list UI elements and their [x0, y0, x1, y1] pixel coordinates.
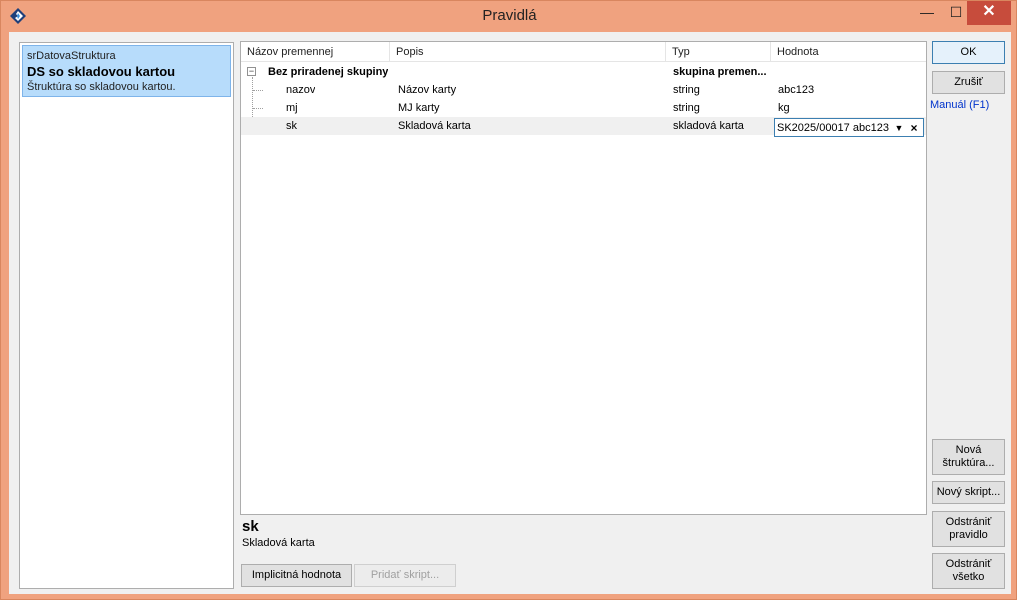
detail-variable-description: Skladová karta: [242, 537, 315, 549]
grid-header: Názov premennej Popis Typ Hodnota: [241, 42, 926, 62]
table-row-selected[interactable]: sk Skladová karta skladová karta SK2025/…: [241, 117, 926, 137]
dialog-window: Pravidlá — ☐ ✕ srDatovaStruktura DS so s…: [0, 0, 1017, 600]
manual-link[interactable]: Manuál (F1): [930, 99, 989, 111]
remove-all-button[interactable]: Odstrániť všetko: [932, 553, 1005, 589]
group-type: skupina premen...: [673, 66, 767, 78]
collapse-icon[interactable]: −: [247, 67, 256, 76]
remove-rule-button[interactable]: Odstrániť pravidlo: [932, 511, 1005, 547]
variable-type: string: [673, 84, 700, 96]
table-row[interactable]: mj MJ karty string kg: [241, 99, 926, 117]
maximize-button[interactable]: ☐: [942, 1, 970, 25]
new-structure-button[interactable]: Nová štruktúra...: [932, 439, 1005, 475]
structure-title: DS so skladovou kartou: [27, 64, 176, 79]
clear-icon[interactable]: ×: [908, 120, 920, 136]
variable-type: skladová karta: [673, 120, 744, 132]
column-header-value[interactable]: Hodnota: [771, 42, 926, 62]
dropdown-arrow-icon[interactable]: ▼: [893, 120, 905, 136]
variable-name: mj: [286, 102, 298, 114]
new-script-button[interactable]: Nový skript...: [932, 481, 1005, 504]
column-header-name[interactable]: Názov premennej: [241, 42, 390, 62]
close-button[interactable]: ✕: [967, 1, 1011, 25]
add-script-button[interactable]: Pridať skript...: [354, 564, 456, 587]
title-bar[interactable]: Pravidlá — ☐ ✕: [1, 1, 1017, 31]
variables-grid[interactable]: Názov premennej Popis Typ Hodnota − Bez …: [240, 41, 927, 515]
variable-description: MJ karty: [398, 102, 440, 114]
variable-description: Skladová karta: [398, 120, 471, 132]
list-item[interactable]: srDatovaStruktura DS so skladovou kartou…: [22, 45, 231, 97]
group-name: Bez priradenej skupiny: [268, 66, 389, 78]
default-value-button[interactable]: Implicitná hodnota: [241, 564, 352, 587]
group-row[interactable]: − Bez priradenej skupiny skupina premen.…: [241, 63, 926, 81]
variable-type: string: [673, 102, 700, 114]
cancel-button[interactable]: Zrušiť: [932, 71, 1005, 94]
structure-list[interactable]: srDatovaStruktura DS so skladovou kartou…: [19, 42, 234, 589]
structure-description: Štruktúra so skladovou kartou.: [27, 81, 176, 93]
table-row[interactable]: nazov Názov karty string abc123: [241, 81, 926, 99]
window-title: Pravidlá: [482, 7, 537, 24]
dialog-client: srDatovaStruktura DS so skladovou kartou…: [9, 32, 1011, 594]
value-combobox[interactable]: SK2025/00017 abc123 ▼ ×: [774, 118, 924, 137]
variable-value[interactable]: kg: [778, 99, 790, 117]
ok-button[interactable]: OK: [932, 41, 1005, 64]
variable-value[interactable]: abc123: [778, 81, 814, 99]
column-header-type[interactable]: Typ: [666, 42, 771, 62]
column-header-description[interactable]: Popis: [390, 42, 666, 62]
structure-name: srDatovaStruktura: [27, 50, 116, 62]
variable-description: Názov karty: [398, 84, 457, 96]
variable-name: sk: [286, 120, 297, 132]
detail-variable-name: sk: [242, 518, 259, 535]
value-input[interactable]: SK2025/00017 abc123: [777, 120, 889, 136]
variable-name: nazov: [286, 84, 316, 96]
minimize-button[interactable]: —: [912, 1, 942, 25]
